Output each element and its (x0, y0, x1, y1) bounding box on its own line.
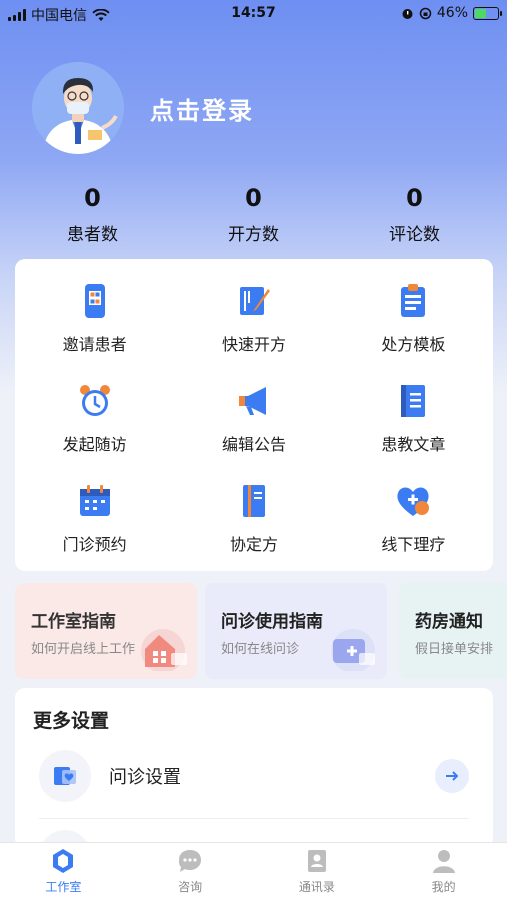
tool-label: 门诊预约 (62, 535, 127, 554)
tool-label: 邀请患者 (62, 335, 127, 354)
profile-section[interactable]: 点击登录 (32, 62, 254, 154)
stat-value: 0 (245, 184, 262, 212)
rotation-lock-icon (419, 7, 432, 19)
chat-bubble-icon (331, 629, 375, 671)
tab-consult[interactable]: 咨询 (127, 843, 254, 900)
consultation-settings-icon (39, 750, 91, 802)
tool-quick-prescribe[interactable]: 快速开方 (174, 269, 333, 369)
qr-phone-icon (77, 283, 113, 319)
guide-card-studio[interactable]: 工作室指南 如何开启线上工作 (15, 583, 197, 679)
guide-subtitle: 假日接单安排 (415, 642, 494, 657)
tool-invite-patient[interactable]: 邀请患者 (15, 269, 174, 369)
stat-prescriptions[interactable]: 0 开方数 (194, 184, 314, 245)
tool-education-article[interactable]: 患教文章 (334, 369, 493, 469)
house-icon (141, 629, 187, 671)
battery-percent: 46% (436, 5, 468, 21)
calendar-icon (77, 483, 113, 519)
avatar[interactable] (32, 62, 124, 154)
stat-value: 0 (84, 184, 101, 212)
arrow-right-icon[interactable] (435, 759, 469, 793)
tool-label: 处方模板 (381, 335, 446, 354)
tool-label: 发起随访 (62, 435, 127, 454)
contacts-icon (307, 850, 326, 872)
stat-reviews[interactable]: 0 评论数 (355, 184, 475, 245)
stat-label: 开方数 (228, 225, 279, 245)
studio-icon (53, 849, 74, 873)
battery-fill (475, 8, 487, 18)
book-icon (395, 383, 431, 419)
tool-label: 快速开方 (221, 335, 286, 354)
person-icon (432, 850, 455, 873)
tools-card: 邀请患者 快速开方 处方模板 发起随访 编辑公告 患教文章 门诊预约 协定方 线… (15, 259, 493, 571)
alarm-clock-icon (77, 383, 113, 419)
tool-label: 编辑公告 (221, 435, 286, 454)
tool-offline-therapy[interactable]: 线下理疗 (334, 469, 493, 569)
chat-icon (179, 850, 202, 872)
guide-card-pharmacy[interactable]: 药房通知 假日接单安排 (399, 583, 507, 679)
megaphone-icon (236, 383, 272, 419)
tool-agreed-prescription[interactable]: 协定方 (174, 469, 333, 569)
tool-label: 线下理疗 (381, 535, 446, 554)
tab-label: 工作室 (45, 880, 82, 894)
tab-me[interactable]: 我的 (380, 843, 507, 900)
tool-label: 协定方 (229, 535, 278, 554)
tool-follow-up[interactable]: 发起随访 (15, 369, 174, 469)
guide-carousel[interactable]: 工作室指南 如何开启线上工作 问诊使用指南 如何在线问诊 药房通知 假日接单安排 (15, 583, 507, 679)
divider (39, 818, 469, 819)
login-link[interactable]: 点击登录 (150, 91, 254, 126)
battery-icon (473, 6, 502, 20)
prescription-pen-icon (236, 283, 272, 319)
stat-label: 评论数 (389, 225, 440, 245)
tab-label: 通讯录 (298, 880, 335, 894)
clipboard-icon (395, 283, 431, 319)
tool-prescription-template[interactable]: 处方模板 (334, 269, 493, 369)
stat-value: 0 (406, 184, 423, 212)
doctor-avatar-icon (32, 62, 124, 154)
guide-card-consultation[interactable]: 问诊使用指南 如何在线问诊 (205, 583, 387, 679)
consultation-settings-row[interactable]: 问诊设置 (39, 746, 469, 806)
heart-plus-icon (395, 483, 431, 519)
status-bar: 中国电信 14:57 46% (0, 0, 507, 28)
tab-contacts[interactable]: 通讯录 (254, 843, 381, 900)
tab-label: 我的 (431, 880, 456, 894)
tool-label: 患教文章 (381, 435, 446, 454)
more-settings-card: 更多设置 问诊设置 (15, 688, 493, 882)
tab-label: 咨询 (178, 880, 203, 894)
tool-edit-announcement[interactable]: 编辑公告 (174, 369, 333, 469)
tab-studio[interactable]: 工作室 (0, 843, 127, 900)
more-settings-title: 更多设置 (33, 710, 110, 732)
alarm-status-icon (402, 8, 413, 19)
tab-bar: 工作室 咨询 通讯录 我的 (0, 842, 507, 900)
stat-label: 患者数 (67, 225, 118, 245)
stats-row: 0 患者数 0 开方数 0 评论数 (12, 184, 495, 245)
tool-clinic-appointment[interactable]: 门诊预约 (15, 469, 174, 569)
guide-title: 药房通知 (415, 612, 483, 632)
stat-patients[interactable]: 0 患者数 (33, 184, 153, 245)
row-label: 问诊设置 (109, 767, 181, 788)
notebook-icon (236, 483, 272, 519)
